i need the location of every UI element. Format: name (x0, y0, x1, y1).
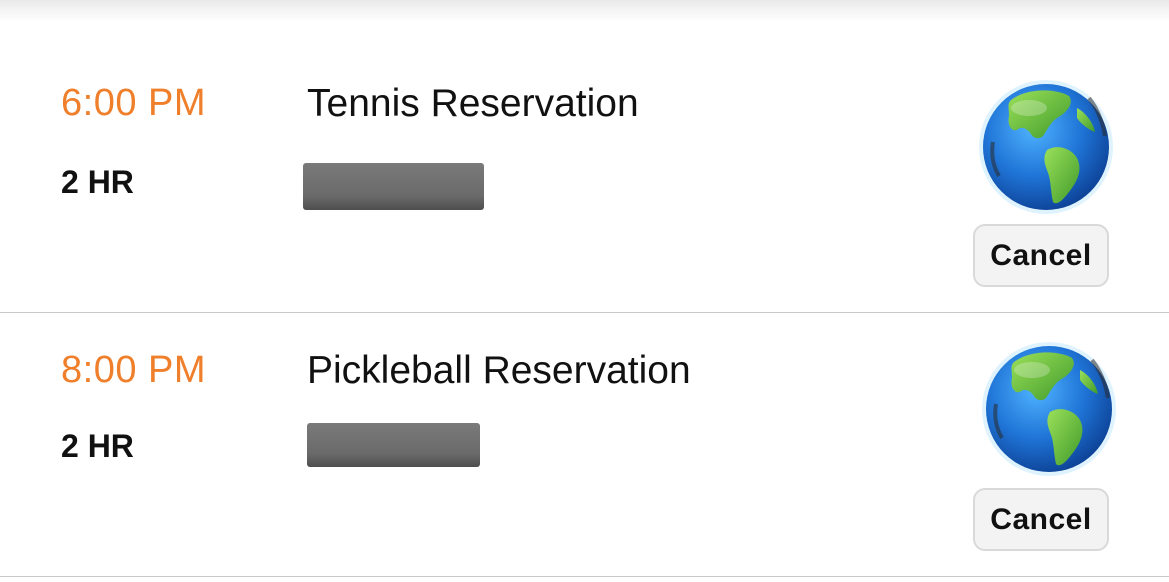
reservation-duration: 2 HR (61, 164, 134, 200)
reservation-time: 8:00 PM (61, 349, 207, 391)
reservation-title: Tennis Reservation (307, 82, 639, 125)
reservation-list: 6:00 PM 2 HR Tennis Reservation Cancel 8… (0, 0, 1169, 582)
redacted-detail (307, 423, 480, 467)
cancel-button[interactable]: Cancel (973, 224, 1109, 287)
reservation-time: 6:00 PM (61, 82, 207, 124)
row-divider (0, 576, 1169, 577)
reservation-title: Pickleball Reservation (307, 349, 691, 392)
reservation-row[interactable]: 6:00 PM 2 HR Tennis Reservation Cancel (0, 44, 1169, 312)
reservation-row[interactable]: 8:00 PM 2 HR Pickleball Reservation Canc… (0, 313, 1169, 576)
globe-icon-graphic (979, 80, 1113, 214)
globe-icon (977, 78, 1115, 216)
globe-icon (980, 340, 1118, 478)
cancel-button[interactable]: Cancel (973, 488, 1109, 551)
reservation-duration: 2 HR (61, 428, 134, 464)
globe-icon-graphic (982, 342, 1116, 476)
redacted-detail (303, 163, 484, 210)
